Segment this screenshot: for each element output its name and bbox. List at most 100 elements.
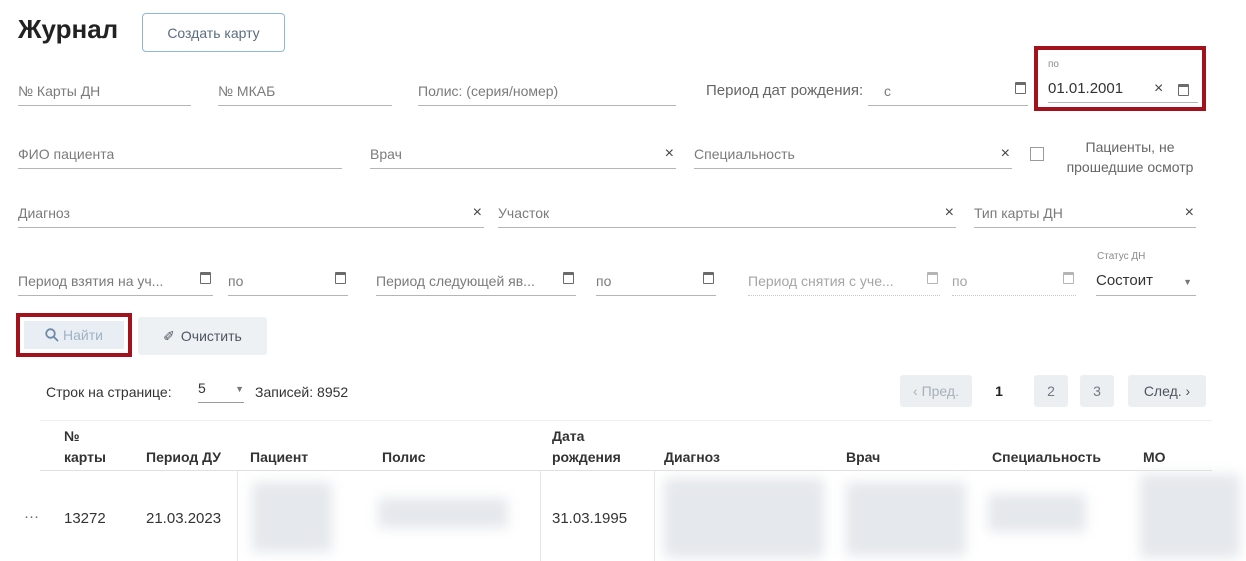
col-card-no[interactable]: № карты — [64, 426, 106, 468]
col-policy[interactable]: Полис — [382, 447, 426, 468]
take-to-placeholder: по — [228, 273, 244, 289]
next-visit-to-input[interactable]: по — [596, 266, 716, 296]
mkab-input[interactable]: № МКАБ — [218, 76, 392, 106]
calendar-icon[interactable] — [200, 271, 211, 287]
rows-per-page-value: 5 — [198, 380, 206, 396]
card-no-placeholder: № Карты ДН — [18, 83, 101, 99]
find-button-label: Найти — [63, 327, 103, 343]
birth-period-label: Период дат рождения: — [706, 82, 864, 99]
clear-icon[interactable]: × — [945, 204, 954, 222]
col-card-no-line2: карты — [64, 449, 106, 465]
specialty-select[interactable]: Специальность × — [694, 139, 1012, 169]
table-top-divider — [40, 420, 1212, 421]
clear-button-label: Очистить — [180, 328, 242, 344]
chevron-down-icon[interactable]: ▼ — [1183, 277, 1192, 287]
birth-to-highlight: по 01.01.2001 × — [1034, 46, 1206, 111]
status-value: Состоит — [1096, 272, 1153, 289]
next-visit-placeholder: Период следующей яв... — [376, 273, 535, 289]
blurred-mo — [1140, 474, 1240, 558]
card-no-input[interactable]: № Карты ДН — [18, 76, 191, 106]
clear-icon[interactable]: × — [665, 145, 674, 163]
birth-to-label: по — [1048, 59, 1059, 70]
cell-period: 21.03.2023 — [146, 510, 222, 527]
blurred-specialty — [988, 494, 1086, 532]
clear-icon[interactable]: × — [1154, 80, 1163, 98]
calendar-icon[interactable] — [703, 271, 714, 287]
take-period-to-input[interactable]: по — [228, 266, 348, 296]
policy-input[interactable]: Полис: (серия/номер) — [418, 76, 676, 106]
status-select[interactable]: Состоит ▼ — [1096, 266, 1196, 296]
next-visit-to-placeholder: по — [596, 273, 612, 289]
page-2-button[interactable]: 2 — [1034, 375, 1068, 407]
calendar-icon[interactable] — [1063, 271, 1074, 287]
table-header-divider — [40, 470, 1212, 471]
col-specialty[interactable]: Специальность — [992, 447, 1101, 468]
column-divider — [540, 471, 541, 561]
removal-to-placeholder: по — [952, 273, 968, 289]
birth-from-input[interactable]: с — [868, 76, 1028, 106]
records-count: 8952 — [317, 384, 349, 400]
status-label: Статус ДН — [1097, 251, 1146, 262]
cell-birth-date: 31.03.1995 — [552, 510, 628, 527]
blurred-diagnosis — [664, 478, 824, 558]
patient-name-placeholder: ФИО пациента — [18, 146, 115, 162]
records-text: Записей: — [255, 384, 314, 400]
page-title: Журнал — [18, 14, 119, 44]
mkab-placeholder: № МКАБ — [218, 83, 276, 99]
column-divider — [654, 471, 655, 561]
col-card-no-line1: № — [64, 428, 80, 444]
doctor-select[interactable]: Врач × — [370, 139, 676, 169]
find-button[interactable]: Найти — [24, 321, 124, 349]
calendar-icon[interactable] — [563, 271, 574, 287]
prev-page-button[interactable]: ‹ Пред. — [900, 375, 972, 407]
card-type-select[interactable]: Тип карты ДН × — [974, 198, 1196, 228]
removal-period-from-input[interactable]: Период снятия с уче... — [748, 266, 940, 296]
find-button-highlight: Найти — [16, 313, 132, 357]
not-examined-label: Пациенты, не прошедшие осмотр — [1066, 139, 1194, 175]
area-select[interactable]: Участок × — [498, 198, 956, 228]
clear-button[interactable]: ✐ Очистить — [138, 317, 267, 355]
specialty-placeholder: Специальность — [694, 146, 795, 162]
clear-icon[interactable]: × — [1001, 145, 1010, 163]
card-type-placeholder: Тип карты ДН — [974, 205, 1063, 221]
calendar-icon[interactable] — [1178, 83, 1189, 99]
blurred-doctor — [846, 482, 966, 556]
col-birth-line2: рождения — [552, 449, 621, 465]
records-label: Записей: 8952 — [255, 384, 348, 400]
col-patient[interactable]: Пациент — [250, 447, 308, 468]
row-menu-icon[interactable]: ··· — [24, 508, 39, 525]
page-3-button[interactable]: 3 — [1080, 375, 1114, 407]
diagnosis-select[interactable]: Диагноз × — [18, 198, 484, 228]
not-examined-checkbox[interactable] — [1030, 147, 1044, 161]
next-page-button[interactable]: След. › — [1128, 375, 1206, 407]
birth-to-value: 01.01.2001 — [1048, 80, 1124, 97]
birth-to-input[interactable]: 01.01.2001 × — [1048, 80, 1198, 103]
next-visit-from-input[interactable]: Период следующей яв... — [376, 266, 576, 296]
create-card-button[interactable]: Создать карту — [142, 13, 285, 52]
col-doctor[interactable]: Врач — [846, 447, 880, 468]
take-period-from-input[interactable]: Период взятия на уч... — [18, 266, 213, 296]
calendar-icon[interactable] — [927, 271, 938, 287]
removal-period-to-input[interactable]: по — [952, 266, 1076, 296]
clear-icon[interactable]: × — [1185, 204, 1194, 222]
clear-icon[interactable]: × — [473, 204, 482, 222]
col-diagnosis[interactable]: Диагноз — [664, 447, 720, 468]
col-mo[interactable]: МО — [1143, 447, 1166, 468]
broom-icon: ✐ — [163, 327, 175, 344]
search-icon — [45, 328, 59, 342]
rows-per-page-select[interactable]: 5 ▼ — [198, 378, 244, 403]
cell-card-no: 13272 — [64, 510, 106, 527]
calendar-icon[interactable] — [335, 271, 346, 287]
calendar-icon[interactable] — [1015, 81, 1026, 97]
removal-period-placeholder: Период снятия с уче... — [748, 273, 894, 289]
area-placeholder: Участок — [498, 205, 550, 221]
patient-name-input[interactable]: ФИО пациента — [18, 139, 342, 169]
birth-from-placeholder: с — [884, 83, 891, 99]
col-birth-date[interactable]: Дата рождения — [552, 426, 621, 468]
column-divider — [237, 471, 238, 561]
rows-per-page-label: Строк на странице: — [46, 384, 172, 400]
policy-placeholder: Полис: (серия/номер) — [418, 83, 559, 99]
page-1-button[interactable]: 1 — [984, 375, 1014, 407]
col-period[interactable]: Период ДУ — [146, 447, 221, 468]
take-period-placeholder: Период взятия на уч... — [18, 273, 164, 289]
